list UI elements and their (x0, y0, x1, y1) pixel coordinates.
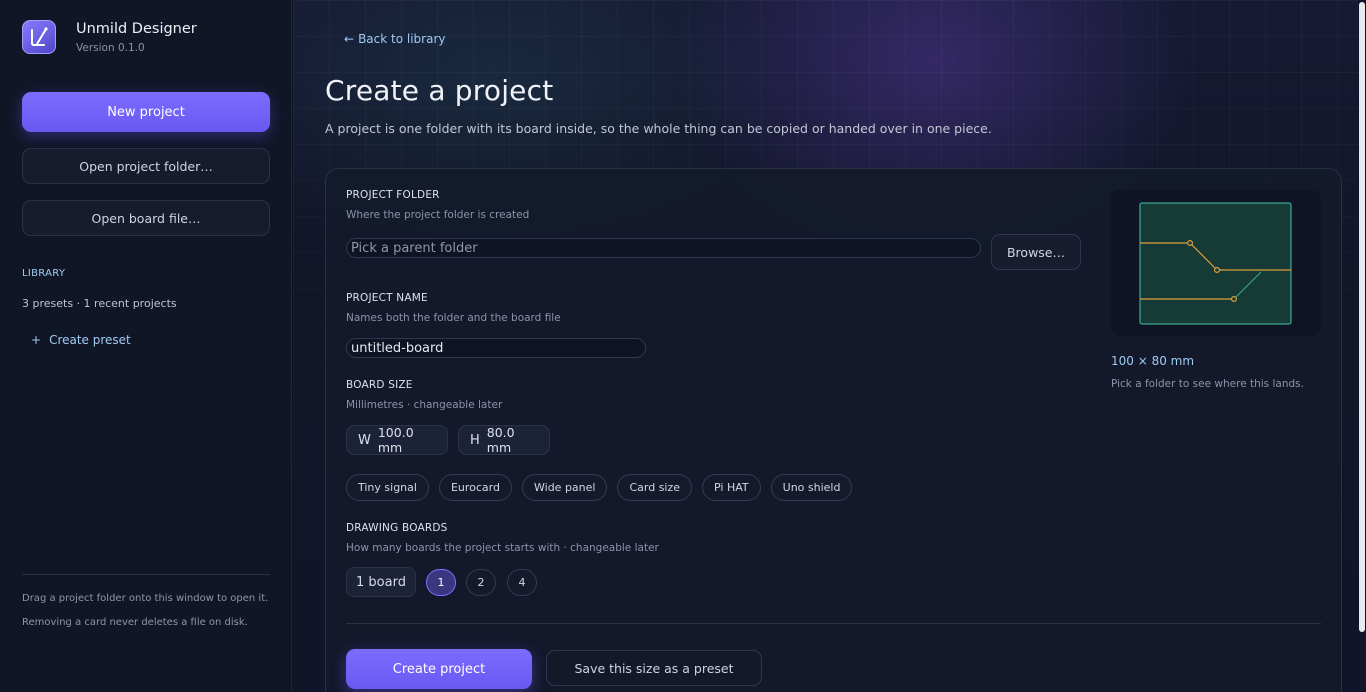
app-logo (22, 20, 56, 54)
open-board-file-button[interactable]: Open board file… (22, 200, 270, 236)
main-content: ← Back to library Create a project A pro… (293, 0, 1366, 692)
save-size-preset-button[interactable]: Save this size as a preset (546, 650, 762, 686)
preset-chip-uno-shield[interactable]: Uno shield (770, 474, 853, 501)
create-project-card: PROJECT FOLDER Where the project folder … (325, 168, 1342, 692)
scrollbar[interactable] (1358, 0, 1366, 692)
back-to-library-link[interactable]: ← Back to library (344, 32, 445, 46)
board-count-option-4[interactable]: 4 (507, 569, 537, 596)
page-subtitle: A project is one folder with its board i… (325, 121, 992, 136)
drawing-boards-hint: How many boards the project starts with … (346, 542, 659, 554)
create-project-button[interactable]: Create project (346, 649, 532, 689)
board-size-hint: Millimetres · changeable later (346, 399, 503, 411)
board-preview (1111, 190, 1321, 336)
size-preset-row: Tiny signal Eurocard Wide panel Card siz… (346, 474, 853, 501)
project-folder-label: PROJECT FOLDER (346, 189, 440, 201)
via-upper-right (1213, 266, 1220, 273)
board-count-badge: 1 board (346, 567, 416, 597)
board-size-readout: 100 × 80 mm (1111, 354, 1195, 368)
board-size-label: BOARD SIZE (346, 379, 413, 391)
sidebar-divider (22, 574, 270, 575)
project-name-hint: Names both the folder and the board file (346, 312, 561, 324)
app-version: Version 0.1.0 (76, 42, 145, 54)
preset-chip-eurocard[interactable]: Eurocard (438, 474, 512, 501)
app-title: Unmild Designer (76, 21, 197, 37)
preset-chip-card-size[interactable]: Card size (617, 474, 693, 501)
board-outline (1139, 202, 1292, 325)
open-project-folder-button[interactable]: Open project folder… (22, 148, 270, 184)
board-width-value: 100.0 mm (377, 425, 414, 455)
via-upper-left (1186, 239, 1193, 246)
create-preset-link[interactable]: + Create preset (31, 333, 131, 347)
scrollbar-thumb[interactable] (1359, 2, 1365, 632)
browse-button[interactable]: Browse… (991, 234, 1081, 270)
via-lower (1230, 295, 1237, 302)
project-name-input[interactable] (346, 338, 646, 358)
board-height-field[interactable]: H 80.0 mm (458, 425, 550, 455)
project-folder-input[interactable] (346, 238, 981, 258)
sidebar-note-remove: Removing a card never deletes a file on … (22, 617, 248, 628)
board-height-value: 80.0 mm (486, 425, 515, 455)
create-preset-label: Create preset (49, 333, 131, 347)
board-preview-graphic (1139, 202, 1292, 325)
drawing-boards-label: DRAWING BOARDS (346, 522, 448, 534)
arrow-left-icon: ← (344, 32, 355, 46)
board-width-field[interactable]: W 100.0 mm (346, 425, 448, 455)
project-name-label: PROJECT NAME (346, 292, 428, 304)
library-heading: LIBRARY (22, 268, 66, 279)
preset-chip-tiny-signal[interactable]: Tiny signal (346, 474, 429, 501)
height-letter: H (470, 432, 480, 448)
brand: Unmild Designer Version 0.1.0 (22, 20, 197, 54)
card-divider (346, 623, 1321, 624)
preset-chip-pi-hat[interactable]: Pi HAT (702, 474, 761, 501)
new-project-button[interactable]: New project (22, 92, 270, 132)
library-summary: 3 presets · 1 recent projects (22, 297, 177, 310)
sidebar-note-drag: Drag a project folder onto this window t… (22, 593, 269, 604)
project-folder-hint: Where the project folder is created (346, 209, 530, 221)
sidebar: Unmild Designer Version 0.1.0 New projec… (0, 0, 292, 692)
plus-icon: + (31, 333, 42, 347)
width-letter: W (358, 432, 371, 448)
page-title: Create a project (325, 74, 554, 107)
back-link-label: Back to library (358, 32, 446, 46)
preset-chip-wide-panel[interactable]: Wide panel (522, 474, 608, 501)
board-count-option-1[interactable]: 1 (426, 569, 456, 596)
board-count-option-2[interactable]: 2 (466, 569, 496, 596)
preview-hint: Pick a folder to see where this lands. (1111, 378, 1304, 390)
pen-logo-icon (31, 27, 48, 46)
